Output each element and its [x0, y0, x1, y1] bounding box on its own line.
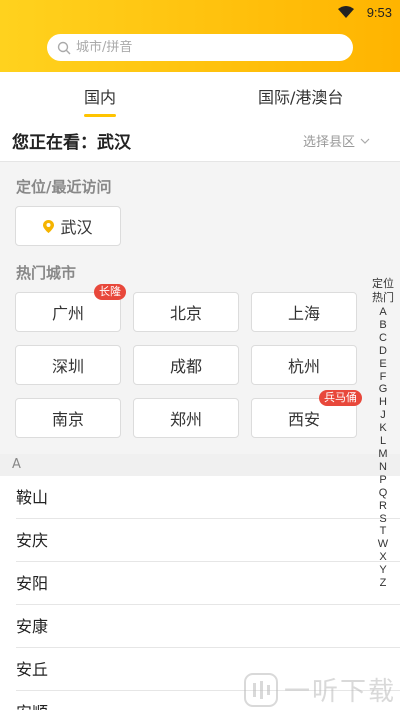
watermark-logo-icon — [243, 672, 278, 707]
list-letter: A — [12, 457, 21, 472]
city-picker-section: 定位/最近访问 武汉 热门城市 广州 长隆 北京 上海 深圳 成都 杭州 南京 … — [0, 162, 400, 454]
tab-active-indicator — [84, 114, 116, 117]
search-icon — [57, 41, 71, 54]
index-letter[interactable]: F — [370, 371, 396, 384]
index-letter[interactable]: L — [370, 435, 396, 448]
list-item[interactable]: 安阳 — [0, 562, 400, 605]
location-pin-icon — [43, 219, 55, 233]
index-letter[interactable]: J — [370, 409, 396, 422]
hot-city-button[interactable]: 南京 — [15, 398, 121, 438]
index-letter[interactable]: R — [370, 500, 396, 513]
current-city-row: 您正在看：武汉 选择县区 — [0, 118, 400, 162]
index-letter[interactable]: Q — [370, 487, 396, 500]
list-item[interactable]: 安康 — [0, 605, 400, 648]
hot-city-button[interactable]: 上海 — [251, 292, 357, 332]
county-select-button[interactable]: 选择县区 — [303, 131, 370, 150]
index-letter[interactable]: H — [370, 396, 396, 409]
index-letter[interactable]: C — [370, 332, 396, 345]
hot-city-label: 北京 — [169, 304, 202, 323]
search-input[interactable] — [76, 40, 316, 55]
header-bar: 9:53 — [0, 0, 400, 72]
hot-city-badge: 兵马俑 — [319, 390, 362, 406]
index-letter[interactable]: P — [370, 474, 396, 487]
current-city-label: 您正在看：武汉 — [12, 133, 131, 153]
hot-city-button[interactable]: 杭州 — [251, 345, 357, 385]
hot-city-button[interactable]: 北京 — [133, 292, 239, 332]
recent-city-label: 武汉 — [60, 218, 93, 237]
index-entry-location[interactable]: 定位 — [370, 278, 396, 290]
county-select-label: 选择县区 — [302, 135, 355, 150]
hot-city-label: 成都 — [169, 357, 202, 376]
tab-domestic[interactable]: 国内 — [84, 84, 116, 108]
hot-city-badge: 长隆 — [94, 284, 126, 300]
watermark-text: 一听下载 — [283, 677, 396, 707]
tab-international[interactable]: 国际/港澳台 — [258, 84, 343, 108]
status-bar: 9:53 — [0, 0, 400, 26]
hot-city-label: 杭州 — [287, 357, 320, 376]
hot-city-button[interactable]: 西安 兵马俑 — [251, 390, 362, 438]
status-time: 9:53 — [366, 5, 392, 20]
index-letter[interactable]: T — [370, 525, 396, 538]
hot-city-label: 郑州 — [169, 410, 202, 429]
index-letter[interactable]: G — [370, 383, 396, 396]
index-letter[interactable]: N — [370, 461, 396, 474]
hot-city-label: 上海 — [287, 304, 320, 323]
alphabet-index-bar[interactable]: 定位 热门 ABCDEFGHJKLMNPQRSTWXYZ — [370, 278, 396, 590]
index-letter[interactable]: W — [370, 538, 396, 551]
hot-city-label: 深圳 — [51, 357, 84, 376]
hot-city-button[interactable]: 深圳 — [15, 345, 121, 385]
index-letter[interactable]: X — [370, 551, 396, 564]
index-letter[interactable]: S — [370, 513, 396, 526]
list-item[interactable]: 安庆 — [0, 519, 400, 562]
index-letter[interactable]: D — [370, 345, 396, 358]
hot-city-label: 南京 — [51, 410, 84, 429]
hot-section-title: 热门城市 — [16, 264, 77, 282]
hot-city-label: 西安 — [287, 410, 320, 429]
wifi-icon — [338, 6, 354, 18]
index-letter[interactable]: M — [370, 448, 396, 461]
index-letter[interactable]: K — [370, 422, 396, 435]
index-letter[interactable]: B — [370, 319, 396, 332]
current-city-name: 武汉 — [97, 133, 131, 153]
recent-city-button[interactable]: 武汉 — [15, 206, 121, 246]
chevron-down-icon — [360, 138, 370, 144]
list-letter-header: A — [0, 454, 400, 476]
search-box[interactable] — [47, 34, 353, 61]
index-letter[interactable]: Y — [370, 564, 396, 577]
list-item[interactable]: 鞍山 — [0, 476, 400, 519]
watermark: 一听下载 — [243, 671, 396, 708]
tab-bar: 国内 国际/港澳台 — [0, 72, 400, 118]
index-entry-hot[interactable]: 热门 — [370, 292, 396, 304]
hot-city-button[interactable]: 成都 — [133, 345, 239, 385]
index-letter[interactable]: Z — [370, 577, 396, 590]
index-letter[interactable]: E — [370, 358, 396, 371]
recent-section-title: 定位/最近访问 — [16, 178, 112, 196]
hot-city-button[interactable]: 郑州 — [133, 398, 239, 438]
hot-city-label: 广州 — [51, 304, 84, 323]
index-letter[interactable]: A — [370, 306, 396, 319]
hot-city-button[interactable]: 广州 长隆 — [15, 284, 126, 332]
